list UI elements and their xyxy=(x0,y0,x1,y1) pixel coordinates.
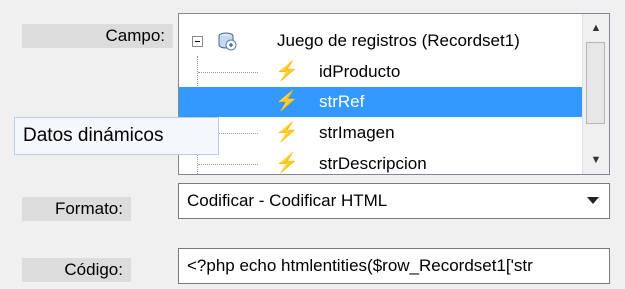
formato-dropdown[interactable]: Codificar - Codificar HTML xyxy=(178,183,610,219)
scroll-up-icon[interactable]: ▲ xyxy=(583,16,609,40)
field-tree[interactable]: Juego de registros (Recordset1) ⚡ idProd… xyxy=(178,13,610,175)
tree-item-idproducto[interactable]: ⚡ idProducto xyxy=(179,57,583,87)
tooltip: Datos dinámicos xyxy=(14,117,219,155)
collapse-icon[interactable] xyxy=(192,36,203,47)
codigo-label: Código: xyxy=(22,258,131,282)
tree-item-strref[interactable]: ⚡ strRef xyxy=(179,87,583,117)
formato-value: Codificar - Codificar HTML xyxy=(187,191,388,210)
codigo-field[interactable]: <?php echo htmlentities($row_Recordset1[… xyxy=(178,248,610,284)
tree-scrollbar[interactable]: ▲ ▼ xyxy=(582,14,609,174)
lightning-icon: ⚡ xyxy=(275,61,299,82)
campo-label: Campo: xyxy=(22,24,173,48)
tree-item-label: idProducto xyxy=(319,62,401,81)
tree-item-strdescripcion[interactable]: ⚡ strDescripcion xyxy=(179,149,583,174)
lightning-icon: ⚡ xyxy=(275,91,299,112)
tree-item-label: strDescripcion xyxy=(319,154,427,173)
tree-root-label: Juego de registros (Recordset1) xyxy=(277,31,520,50)
tree-item-label: strRef xyxy=(319,92,365,111)
tree-item-strimagen[interactable]: ⚡ strImagen xyxy=(179,118,583,148)
scroll-down-icon[interactable]: ▼ xyxy=(583,148,609,172)
tree-item-label: strImagen xyxy=(319,123,395,142)
formato-label: Formato: xyxy=(22,197,131,221)
database-icon xyxy=(218,32,237,51)
tree-root-recordset[interactable]: Juego de registros (Recordset1) xyxy=(179,26,583,56)
lightning-icon: ⚡ xyxy=(275,153,299,174)
lightning-icon: ⚡ xyxy=(275,122,299,143)
scroll-thumb[interactable] xyxy=(586,42,605,124)
chevron-down-icon[interactable] xyxy=(587,197,599,204)
